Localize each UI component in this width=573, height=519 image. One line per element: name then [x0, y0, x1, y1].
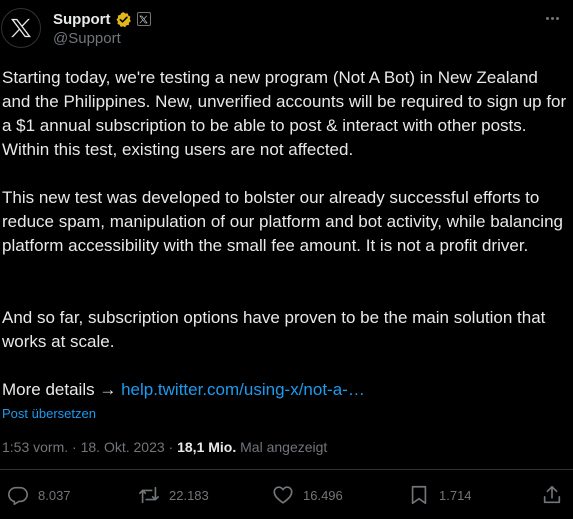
meta-separator: ·: [72, 439, 77, 455]
reply-button[interactable]: 8.037: [7, 484, 71, 506]
name-row: Support: [53, 10, 151, 28]
views-count[interactable]: 18,1 Mio.: [177, 439, 236, 455]
like-button[interactable]: 16.496: [272, 484, 343, 506]
tweet-paragraph-3: And so far, subscription options have pr…: [2, 308, 546, 351]
x-affiliate-badge-icon[interactable]: [136, 12, 151, 26]
avatar[interactable]: [1, 8, 41, 48]
views-label: Mal angezeigt: [240, 439, 328, 455]
more-options-icon[interactable]: [540, 10, 564, 26]
translate-post-link[interactable]: Post übersetzen: [2, 406, 96, 421]
share-button[interactable]: [541, 484, 563, 506]
tweet-paragraph-4: More details → help.twitter.com/using-x/…: [2, 378, 365, 402]
repost-icon: [139, 486, 159, 504]
share-icon: [543, 485, 561, 504]
divider: [0, 469, 573, 470]
repost-button[interactable]: 22.183: [138, 484, 209, 506]
more-details-label: More details →: [2, 380, 117, 399]
display-name[interactable]: Support: [53, 11, 111, 28]
gold-verified-badge-icon[interactable]: [115, 11, 132, 28]
handle[interactable]: @Support: [53, 30, 121, 47]
bookmark-count: 1.714: [439, 487, 472, 503]
action-bar: 8.037 22.183 16.496 1.714: [0, 478, 573, 518]
tweet-header: Support @Support: [0, 0, 573, 60]
post-time[interactable]: 1:53 vorm.: [2, 439, 68, 455]
reply-count: 8.037: [38, 487, 71, 503]
reply-icon: [8, 486, 28, 505]
bookmark-button[interactable]: 1.714: [408, 484, 472, 506]
like-count: 16.496: [303, 487, 343, 503]
tweet-meta: 1:53 vorm. · 18. Okt. 2023 · 18,1 Mio. M…: [2, 439, 327, 455]
heart-icon: [273, 486, 293, 504]
x-logo-icon: [11, 18, 31, 38]
bookmark-icon: [411, 485, 427, 505]
repost-count: 22.183: [169, 487, 209, 503]
tweet-paragraph-1: Starting today, we're testing a new prog…: [2, 68, 567, 159]
post-date[interactable]: 18. Okt. 2023: [81, 439, 165, 455]
tweet-link[interactable]: help.twitter.com/using-x/not-a-…: [121, 380, 365, 399]
meta-separator: ·: [168, 439, 174, 455]
tweet-paragraph-2: This new test was developed to bolster o…: [2, 188, 563, 255]
